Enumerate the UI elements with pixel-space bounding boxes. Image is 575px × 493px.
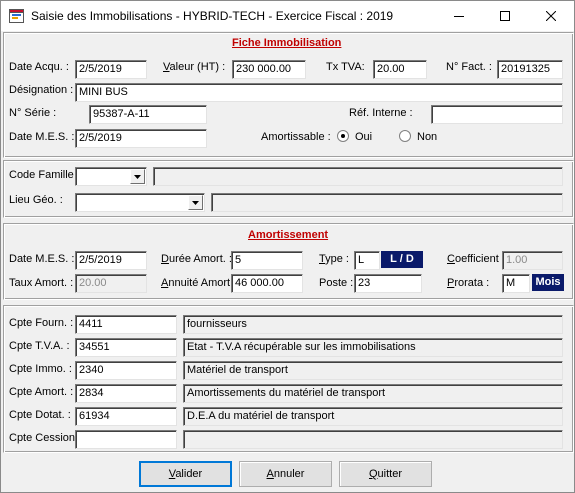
minimize-icon [454, 16, 464, 17]
valeur-label: Valeur (HT) : [163, 61, 226, 73]
minimize-button[interactable] [436, 1, 482, 31]
code-famille-label: Code Famille : [9, 169, 80, 181]
prorata-mois-button[interactable]: Mois [532, 274, 564, 291]
lieu-geo-combo[interactable] [75, 193, 205, 212]
coefficient-label: Coefficient : [447, 253, 505, 265]
date-mes-label: Date M.E.S. : [9, 131, 75, 143]
amortissable-oui-radio[interactable] [337, 130, 349, 142]
type-field[interactable]: L [354, 251, 380, 270]
tx-tva-label: Tx TVA: [326, 61, 365, 73]
taux-amort-field: 20.00 [75, 274, 147, 293]
n-fact-field[interactable]: 20191325 [497, 60, 563, 79]
amortissable-non-label[interactable]: Non [417, 131, 437, 144]
designation-label: Désignation : [9, 84, 74, 96]
amortissement-section-title: Amortissement [248, 229, 329, 241]
cpte-tva-desc: Etat - T.V.A récupérable sur les immobil… [183, 338, 563, 357]
date-acqu-field[interactable]: 2/5/2019 [75, 60, 147, 79]
type-label: Type : [319, 253, 349, 265]
poste-field[interactable]: 23 [354, 274, 422, 293]
maximize-icon [500, 11, 510, 21]
duree-amort-field[interactable]: 5 [231, 251, 303, 270]
maximize-button[interactable] [482, 1, 528, 31]
cpte-immo-desc: Matériel de transport [183, 361, 563, 380]
cpte-amort-desc: Amortissements du matériel de transport [183, 384, 563, 403]
lieu-geo-desc [211, 193, 563, 212]
n-serie-field[interactable]: 95387-A-11 [89, 105, 207, 124]
fiche-section-title: Fiche Immobilisation [232, 37, 342, 49]
designation-field[interactable]: MINI BUS [75, 83, 563, 102]
valider-button[interactable]: Valider [139, 461, 232, 487]
close-button[interactable] [528, 1, 574, 31]
n-serie-label: N° Série : [9, 107, 57, 119]
code-famille-desc [153, 167, 563, 186]
tx-tva-field[interactable]: 20.00 [373, 60, 427, 79]
amortissable-oui-label[interactable]: Oui [355, 131, 372, 144]
cpte-dotat-desc: D.E.A du matériel de transport [183, 407, 563, 426]
coefficient-field: 1.00 [502, 251, 563, 270]
cpte-cession-field[interactable] [75, 430, 177, 449]
annuler-button[interactable]: Annuler [239, 461, 332, 487]
amort-date-mes-label: Date M.E.S. : [9, 253, 75, 265]
amortissable-label: Amortissable : [261, 131, 331, 143]
date-mes-field[interactable]: 2/5/2019 [75, 129, 207, 148]
ref-interne-label: Réf. Interne : [349, 107, 413, 119]
annuite-amort-field[interactable]: 46 000.00 [231, 274, 303, 293]
close-icon [546, 11, 556, 21]
duree-amort-label: Durée Amort. : [161, 253, 232, 265]
cpte-cession-desc [183, 430, 563, 449]
amort-date-mes-field[interactable]: 2/5/2019 [75, 251, 147, 270]
prorata-field[interactable]: M [502, 274, 530, 293]
ref-interne-field[interactable] [431, 105, 563, 124]
lieu-geo-label: Lieu Géo. : [9, 194, 63, 206]
cpte-dotat-label: Cpte Dotat. : [9, 409, 71, 421]
quitter-button[interactable]: Quitter [339, 461, 432, 487]
type-ld-button[interactable]: L / D [381, 251, 423, 268]
cpte-immo-label: Cpte Immo. : [9, 363, 72, 375]
cpte-amort-field[interactable]: 2834 [75, 384, 177, 403]
annuite-amort-label: Annuité Amort : [161, 277, 237, 289]
cpte-cession-label: Cpte Cession : [9, 432, 82, 444]
valeur-field[interactable]: 230 000.00 [232, 60, 306, 79]
n-fact-label: N° Fact. : [446, 61, 492, 73]
main-window: Saisie des Immobilisations - HYBRID-TECH… [0, 0, 575, 493]
cpte-fourn-field[interactable]: 4411 [75, 315, 177, 334]
window-title: Saisie des Immobilisations - HYBRID-TECH… [31, 9, 394, 23]
code-famille-combo[interactable] [75, 167, 147, 186]
cpte-tva-field[interactable]: 34551 [75, 338, 177, 357]
chevron-down-icon[interactable] [188, 195, 203, 210]
poste-label: Poste : [319, 277, 354, 289]
cpte-immo-field[interactable]: 2340 [75, 361, 177, 380]
amortissable-non-radio[interactable] [399, 130, 411, 142]
cpte-fourn-label: Cpte Fourn. : [9, 317, 74, 329]
chevron-down-icon[interactable] [130, 169, 145, 184]
app-icon [9, 9, 24, 23]
cpte-tva-label: Cpte T.V.A. : [9, 340, 70, 352]
cpte-amort-label: Cpte Amort. : [9, 386, 74, 398]
taux-amort-label: Taux Amort. : [9, 277, 74, 289]
date-acqu-label: Date Acqu. : [9, 61, 69, 73]
cpte-dotat-field[interactable]: 61934 [75, 407, 177, 426]
title-bar[interactable]: Saisie des Immobilisations - HYBRID-TECH… [1, 1, 574, 31]
prorata-label: Prorata : [447, 277, 490, 289]
cpte-fourn-desc: fournisseurs [183, 315, 563, 334]
